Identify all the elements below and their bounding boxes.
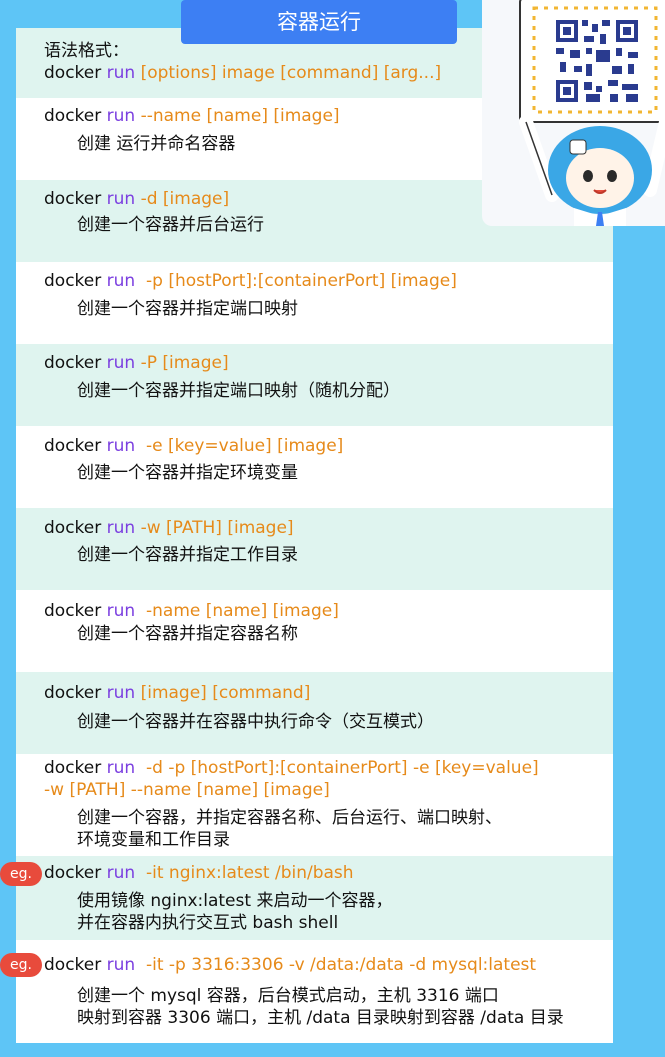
command-options: -it -p 3316:3306 -v /data:/data -d mysql… xyxy=(135,955,537,975)
command-options: --name [name] [image] xyxy=(135,106,340,126)
command-description: 创建一个 mysql 容器，后台模式启动，主机 3316 端口 xyxy=(77,986,499,1006)
list-item: docker run -P [image] 创建一个容器并指定端口映射（随机分配… xyxy=(16,344,613,426)
mascot-illustration xyxy=(519,0,665,226)
command-options: -p [hostPort]:[containerPort] [image] xyxy=(135,271,457,291)
run-keyword: run xyxy=(106,955,136,975)
command-description-continued: 并在容器内执行交互式 bash shell xyxy=(77,913,339,933)
list-item: docker run -d -p [hostPort]:[containerPo… xyxy=(16,754,613,856)
docker-keyword: docker xyxy=(44,955,102,975)
run-keyword: run xyxy=(106,106,136,126)
command-description: 创建一个容器并指定环境变量 xyxy=(77,463,298,483)
command-description-continued: 映射到容器 3306 端口，主机 /data 目录映射到容器 /data 目录 xyxy=(77,1008,564,1028)
command-options-continued: -w [PATH] --name [name] [image] xyxy=(44,780,330,800)
run-keyword: run xyxy=(106,518,136,538)
docker-keyword: docker xyxy=(44,106,102,126)
command-description: 创建一个容器并指定容器名称 xyxy=(77,624,298,644)
run-keyword: run xyxy=(106,436,136,456)
docker-keyword: docker xyxy=(44,758,102,778)
qr-mascot-card xyxy=(482,0,665,226)
command-line: docker run -it nginx:latest /bin/bash xyxy=(44,862,613,884)
command-line: docker run -d -p [hostPort]:[containerPo… xyxy=(44,757,613,779)
run-keyword: run xyxy=(106,758,136,778)
command-description: 创建一个容器并在容器中执行命令（交互模式） xyxy=(77,712,434,732)
command-options: -d [image] xyxy=(135,189,230,209)
run-keyword: run xyxy=(106,63,136,83)
list-item: docker run -p [hostPort]:[containerPort]… xyxy=(16,262,613,344)
command-line: docker run -p [hostPort]:[containerPort]… xyxy=(44,270,613,292)
run-keyword: run xyxy=(106,863,136,883)
docker-keyword: docker xyxy=(44,189,102,209)
docker-keyword: docker xyxy=(44,518,102,538)
run-keyword: run xyxy=(106,271,136,291)
command-description: 创建一个容器并指定端口映射 xyxy=(77,299,298,319)
command-line: docker run -w [PATH] [image] xyxy=(44,517,613,539)
example-item: docker run -it -p 3316:3306 -v /data:/da… xyxy=(16,940,613,1043)
command-description: 创建一个容器，并指定容器名称、后台运行、端口映射、 xyxy=(77,808,502,828)
command-options: -w [PATH] [image] xyxy=(135,518,294,538)
docker-keyword: docker xyxy=(44,863,102,883)
command-line: docker run -name [name] [image] xyxy=(44,600,613,622)
command-line: docker run -P [image] xyxy=(44,352,613,374)
command-options: -e [key=value] [image] xyxy=(135,436,344,456)
list-item: docker run -name [name] [image] 创建一个容器并指… xyxy=(16,590,613,672)
run-keyword: run xyxy=(106,353,136,373)
docker-keyword: docker xyxy=(44,683,102,703)
command-line: docker run -e [key=value] [image] xyxy=(44,435,613,457)
run-keyword: run xyxy=(106,189,136,209)
command-description: 创建一个容器并指定工作目录 xyxy=(77,545,298,565)
command-options: -it nginx:latest /bin/bash xyxy=(135,863,354,883)
docker-keyword: docker xyxy=(44,601,102,621)
command-description-continued: 环境变量和工作目录 xyxy=(77,830,230,850)
run-keyword: run xyxy=(106,601,136,621)
page-title: 容器运行 xyxy=(181,0,457,44)
example-badge: eg. xyxy=(0,953,42,977)
docker-keyword: docker xyxy=(44,436,102,456)
docker-keyword: docker xyxy=(44,353,102,373)
command-line: docker run [image] [command] xyxy=(44,682,613,704)
list-item: docker run [image] [command] 创建一个容器并在容器中… xyxy=(16,672,613,754)
command-options: -d -p [hostPort]:[containerPort] -e [key… xyxy=(135,758,539,778)
list-item: docker run -w [PATH] [image] 创建一个容器并指定工作… xyxy=(16,508,613,590)
command-line: docker run -it -p 3316:3306 -v /data:/da… xyxy=(44,954,613,976)
docker-keyword: docker xyxy=(44,271,102,291)
list-item: docker run -e [key=value] [image] 创建一个容器… xyxy=(16,426,613,508)
syntax-options: [options] image [command] [arg...] xyxy=(135,63,442,83)
run-keyword: run xyxy=(106,683,136,703)
command-description: 创建一个容器并指定端口映射（随机分配） xyxy=(77,381,400,401)
example-badge: eg. xyxy=(0,862,42,886)
command-options: -P [image] xyxy=(135,353,229,373)
command-options: [image] [command] xyxy=(135,683,311,703)
command-options: -name [name] [image] xyxy=(135,601,339,621)
example-item: docker run -it nginx:latest /bin/bash 使用… xyxy=(16,856,613,940)
docker-keyword: docker xyxy=(44,63,102,83)
command-description: 使用镜像 nginx:latest 来启动一个容器， xyxy=(77,891,393,911)
